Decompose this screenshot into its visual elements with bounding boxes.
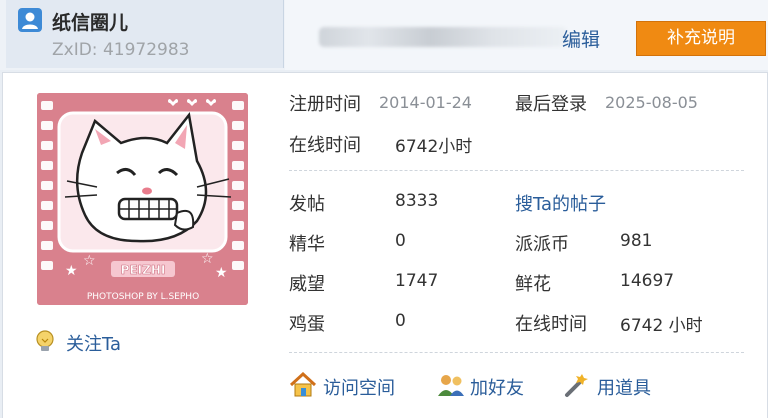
prestige-value: 1747 bbox=[395, 271, 439, 291]
supplement-button[interactable]: 补充说明 bbox=[636, 21, 766, 56]
essence-value: 0 bbox=[395, 231, 406, 251]
eggs-label: 鸡蛋 bbox=[289, 314, 325, 335]
house-icon bbox=[289, 371, 317, 402]
prestige-label: 威望 bbox=[289, 274, 325, 295]
svg-text:★: ★ bbox=[215, 265, 228, 281]
visit-space-label: 访问空间 bbox=[323, 378, 395, 399]
edit-link[interactable]: 编辑 bbox=[562, 25, 600, 52]
flowers-value: 14697 bbox=[620, 271, 675, 291]
avatar[interactable]: ★ ☆ ☆ ★ PEIZHI PHOTOSHOP BY L.SEPHO bbox=[37, 93, 248, 305]
flowers-label: 鲜花 bbox=[515, 274, 551, 295]
last-login-label: 最后登录 bbox=[515, 94, 587, 115]
online-time-value-2: 6742 小时 bbox=[620, 316, 703, 336]
search-posts-link[interactable]: 搜Ta的帖子 bbox=[515, 190, 606, 216]
divider bbox=[289, 352, 744, 353]
avatar-caption: PEIZHI bbox=[121, 263, 166, 277]
divider bbox=[289, 170, 744, 171]
top-bar: 纸信圈儿 ZxID: 41972983 编辑 补充说明 bbox=[0, 0, 768, 70]
coins-label: 派派币 bbox=[515, 234, 569, 255]
avatar-credit: PHOTOSHOP BY L.SEPHO bbox=[87, 292, 199, 302]
online-time-value: 6742小时 bbox=[395, 137, 473, 157]
eggs-value: 0 bbox=[395, 311, 406, 331]
user-id: ZxID: 41972983 bbox=[52, 40, 190, 60]
coins-value: 981 bbox=[620, 231, 653, 251]
profile-card: ★ ☆ ☆ ★ PEIZHI PHOTOSHOP BY L.SEPHO 关注Ta 注… bbox=[2, 72, 768, 418]
add-friend-label: 加好友 bbox=[470, 378, 524, 399]
essence-label: 精华 bbox=[289, 234, 325, 255]
last-login-value: 2025-08-05 bbox=[605, 93, 698, 112]
posts-value: 8333 bbox=[395, 191, 439, 211]
svg-text:☆: ☆ bbox=[201, 251, 214, 267]
svg-text:★: ★ bbox=[65, 263, 78, 279]
magic-wand-icon bbox=[563, 372, 591, 402]
user-icon bbox=[18, 8, 42, 32]
user-header: 纸信圈儿 ZxID: 41972983 bbox=[6, 0, 284, 68]
online-time-label-2: 在线时间 bbox=[515, 314, 587, 335]
register-time-label: 注册时间 bbox=[289, 94, 361, 115]
blurred-signature bbox=[319, 27, 567, 47]
register-time-value: 2014-01-24 bbox=[379, 93, 472, 112]
header-actions: 编辑 补充说明 bbox=[285, 0, 768, 70]
online-time-label: 在线时间 bbox=[289, 135, 361, 156]
lightbulb-icon bbox=[34, 330, 56, 358]
add-friend-icon bbox=[436, 372, 466, 402]
username[interactable]: 纸信圈儿 bbox=[52, 8, 128, 35]
svg-text:☆: ☆ bbox=[83, 253, 96, 269]
use-item-label: 用道具 bbox=[597, 378, 651, 399]
posts-label: 发帖 bbox=[289, 194, 325, 215]
follow-label: 关注Ta bbox=[66, 334, 122, 355]
